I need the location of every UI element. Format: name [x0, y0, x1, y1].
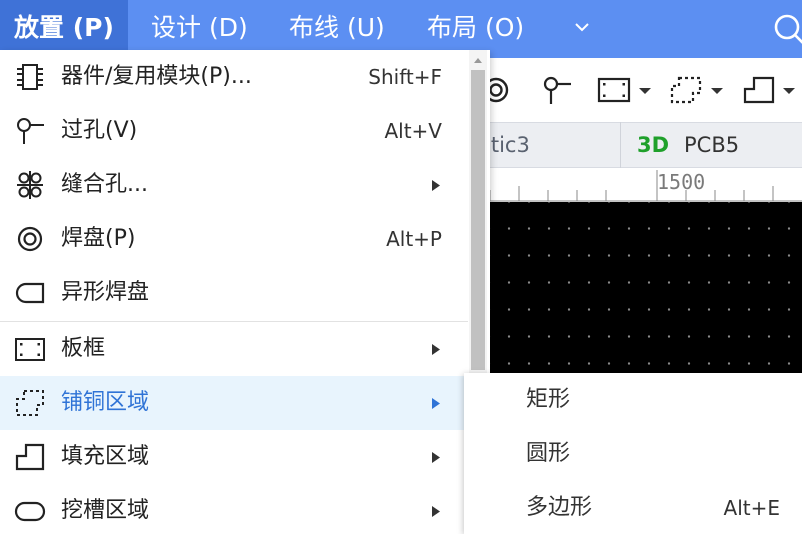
- menu-item-component[interactable]: 器件/复用模块(P)... Shift+F: [0, 50, 468, 104]
- ruler-label: 1500: [657, 170, 706, 194]
- stitching-via-icon: [17, 171, 43, 199]
- tab-divider: [620, 122, 621, 168]
- chevron-down-icon[interactable]: [573, 18, 591, 36]
- menu-item-shortcut: Alt+V: [384, 119, 442, 143]
- menu-item-pad[interactable]: 焊盘(P) Alt+P: [0, 212, 468, 266]
- tab-3d-badge: 3D: [637, 133, 670, 157]
- pad-icon: [17, 226, 43, 252]
- submenu-item-polygon[interactable]: 多边形 Alt+E: [464, 481, 802, 534]
- menu-item-label: 铺铜区域: [61, 390, 150, 415]
- submenu-item-circle[interactable]: 圆形: [464, 427, 802, 481]
- component-icon: [17, 64, 43, 90]
- via-icon: [17, 118, 44, 144]
- scrollbar-thumb[interactable]: [471, 70, 485, 370]
- menu-item-fill-area[interactable]: 填充区域: [0, 430, 468, 484]
- menu-item-copper-area[interactable]: 铺铜区域: [0, 376, 468, 430]
- menu-item-label: 板框: [61, 336, 106, 361]
- custom-pad-icon: [15, 282, 45, 304]
- scroll-up-arrow-icon[interactable]: [473, 56, 483, 64]
- copper-area-icon: [16, 390, 44, 416]
- submenu-item-label: 多边形: [526, 495, 593, 520]
- menu-item-label: 器件/复用模块(P)...: [61, 64, 252, 89]
- ruler: [470, 168, 802, 202]
- submenu-item-rectangle[interactable]: 矩形: [464, 373, 802, 427]
- menu-item-shortcut: Shift+F: [368, 65, 442, 89]
- chevron-right-icon: [432, 506, 440, 517]
- via-icon[interactable]: [540, 74, 574, 106]
- chevron-right-icon: [432, 398, 440, 409]
- submenu-item-label: 圆形: [526, 441, 571, 466]
- menu-item-slot-area[interactable]: 挖槽区域: [0, 484, 468, 534]
- menu-item-stitching-via[interactable]: 缝合孔...: [0, 158, 468, 212]
- menu-item-label: 填充区域: [61, 444, 150, 469]
- submenu-item-shortcut: Alt+E: [723, 496, 780, 520]
- fill-area-icon[interactable]: [742, 74, 776, 106]
- menu-item-label: 异形焊盘: [61, 280, 150, 305]
- menu-item-custom-pad[interactable]: 异形焊盘: [0, 266, 468, 320]
- chevron-right-icon: [432, 180, 440, 191]
- menu-item-shortcut: Alt+P: [386, 227, 442, 251]
- submenu-item-label: 矩形: [526, 387, 571, 412]
- chevron-right-icon: [432, 452, 440, 463]
- menu-item-board-frame[interactable]: 板框: [0, 322, 468, 376]
- fill-area-icon: [15, 443, 45, 471]
- menu-item-label: 焊盘(P): [61, 226, 136, 251]
- tab-pcb[interactable]: PCB5: [684, 122, 739, 168]
- search-icon[interactable]: [772, 12, 802, 44]
- menu-item-label: 过孔(V): [61, 118, 138, 143]
- menu-item-via[interactable]: 过孔(V) Alt+V: [0, 104, 468, 158]
- menu-item-label: 缝合孔...: [61, 172, 148, 197]
- slot-area-icon: [14, 501, 46, 522]
- chevron-right-icon: [432, 344, 440, 355]
- copper-area-icon[interactable]: [669, 74, 703, 106]
- menu-item-label: 挖槽区域: [61, 498, 150, 523]
- chevron-down-icon[interactable]: [782, 86, 796, 96]
- board-frame-icon: [15, 338, 45, 361]
- chevron-down-icon[interactable]: [638, 86, 652, 96]
- board-frame-icon[interactable]: [597, 76, 631, 104]
- chevron-down-icon[interactable]: [710, 86, 724, 96]
